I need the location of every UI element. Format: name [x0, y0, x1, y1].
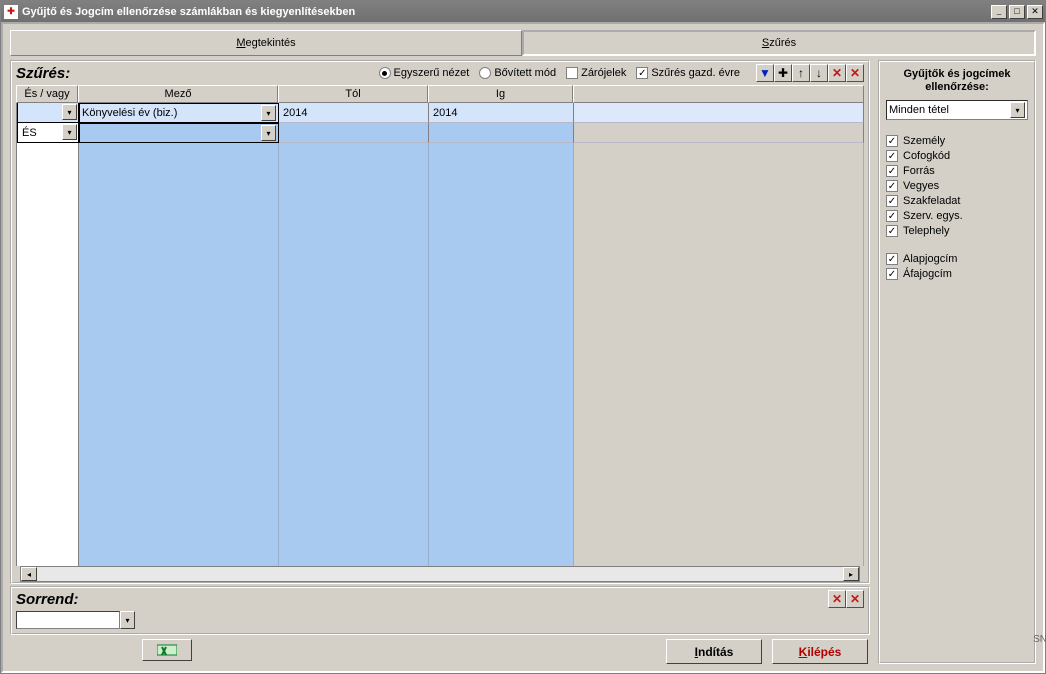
chevron-down-icon[interactable]: ▾	[261, 105, 276, 121]
check-szakfeladat[interactable]: Szakfeladat	[886, 195, 1028, 207]
minimize-button[interactable]: _	[991, 5, 1007, 19]
check-szemely[interactable]: Személy	[886, 135, 1028, 147]
check-filter-year[interactable]: Szűrés gazd. évre	[636, 67, 740, 79]
col-header-to[interactable]: Ig	[428, 85, 573, 103]
order-delete-button[interactable]: ✕	[828, 590, 846, 608]
checkbox-icon	[636, 67, 648, 79]
check-group-b: Alapjogcím Áfajogcím	[886, 250, 1028, 283]
check-panel-title: Gyűjtők és jogcímek ellenőrzése:	[886, 68, 1028, 94]
checkbox-icon	[886, 135, 898, 147]
start-button[interactable]: Indítás	[666, 639, 762, 664]
cell-from[interactable]	[279, 123, 429, 143]
tab-bar: Megtekintés Szűrés	[10, 30, 1036, 56]
grid-row[interactable]: ÉS ▾ ▾	[17, 123, 864, 143]
cell-rest	[574, 123, 864, 143]
toolbar-delete-button[interactable]: ✕	[828, 64, 846, 82]
cell-field[interactable]: ▾	[79, 123, 279, 143]
horizontal-scrollbar[interactable]: ◂ ▸	[20, 566, 860, 582]
col-header-andor[interactable]: És / vagy	[16, 85, 78, 103]
maximize-button[interactable]: □	[1009, 5, 1025, 19]
toolbar-add-button[interactable]: ✚	[774, 64, 792, 82]
check-parentheses[interactable]: Zárójelek	[566, 67, 626, 79]
chevron-down-icon[interactable]: ▾	[62, 104, 77, 120]
client-area: Megtekintés Szűrés Szűrés: Egyszerű néze…	[1, 22, 1045, 673]
order-delete-all-button[interactable]: ✕	[846, 590, 864, 608]
filter-title: Szűrés:	[16, 65, 70, 82]
checkbox-icon	[886, 253, 898, 265]
toolbar-move-up-button[interactable]: ↑	[792, 64, 810, 82]
order-title: Sorrend:	[16, 591, 822, 608]
checkbox-icon	[886, 165, 898, 177]
check-alapjogcim[interactable]: Alapjogcím	[886, 253, 1028, 265]
check-szerv-egys[interactable]: Szerv. egys.	[886, 210, 1028, 222]
filter-toolbar: ▼ ✚ ↑ ↓ ✕ ✕	[756, 64, 864, 82]
check-forras[interactable]: Forrás	[886, 165, 1028, 177]
col-header-from[interactable]: Tól	[278, 85, 428, 103]
check-vegyes[interactable]: Vegyes	[886, 180, 1028, 192]
exit-button[interactable]: Kilépés	[772, 639, 868, 664]
checkbox-icon	[886, 195, 898, 207]
order-input[interactable]	[16, 611, 120, 629]
radio-icon	[379, 67, 391, 79]
app-window: ✚ Gyűjtő és Jogcím ellenőrzése számlákba…	[0, 0, 1046, 674]
filter-panel: Szűrés: Egyszerű nézet Bővített mód Záró…	[10, 60, 870, 584]
toolbar-move-down-button[interactable]: ↓	[810, 64, 828, 82]
cell-from[interactable]: 2014	[279, 103, 429, 123]
check-group-a: Személy Cofogkód Forrás Vegyes Szakfelad…	[886, 132, 1028, 240]
cell-to[interactable]: 2014	[429, 103, 574, 123]
checkbox-icon	[886, 210, 898, 222]
filter-grid: És / vagy Mező Tól Ig ▾	[16, 85, 864, 582]
chevron-down-icon[interactable]: ▾	[120, 611, 135, 629]
cell-to[interactable]	[429, 123, 574, 143]
chevron-down-icon[interactable]: ▾	[261, 125, 276, 141]
radio-simple-view[interactable]: Egyszerű nézet	[379, 67, 470, 79]
checkbox-icon	[566, 67, 578, 79]
radio-icon	[479, 67, 491, 79]
check-panel: Gyűjtők és jogcímek ellenőrzése: Minden …	[878, 60, 1036, 664]
app-icon: ✚	[4, 5, 18, 19]
col-header-field[interactable]: Mező	[78, 85, 278, 103]
check-telephely[interactable]: Telephely	[886, 225, 1028, 237]
checkbox-icon	[886, 225, 898, 237]
cell-andor[interactable]: ÉS ▾	[17, 123, 79, 143]
cell-rest	[574, 103, 864, 123]
excel-icon	[157, 643, 177, 657]
radio-advanced-mode[interactable]: Bővített mód	[479, 67, 556, 79]
cell-andor[interactable]: ▾	[17, 103, 79, 123]
corner-label: SN	[1033, 634, 1046, 645]
checkbox-icon	[886, 150, 898, 162]
order-panel: Sorrend: ✕ ✕ ▾	[10, 586, 870, 635]
close-button[interactable]: ✕	[1027, 5, 1043, 19]
cell-field[interactable]: Könyvelési év (biz.) ▾	[79, 103, 279, 123]
grid-row[interactable]: ▾ Könyvelési év (biz.) ▾ 2014 2014	[17, 103, 864, 123]
excel-export-button[interactable]	[142, 639, 192, 661]
check-cofogkod[interactable]: Cofogkód	[886, 150, 1028, 162]
scroll-right-icon[interactable]: ▸	[843, 567, 859, 581]
chevron-down-icon[interactable]: ▾	[62, 124, 77, 140]
check-afajogcim[interactable]: Áfajogcím	[886, 268, 1028, 280]
items-select[interactable]: Minden tétel ▾	[886, 100, 1028, 120]
toolbar-delete-all-button[interactable]: ✕	[846, 64, 864, 82]
titlebar: ✚ Gyűjtő és Jogcím ellenőrzése számlákba…	[1, 1, 1045, 22]
tab-view[interactable]: Megtekintés	[10, 30, 522, 56]
tab-filter[interactable]: Szűrés	[522, 30, 1036, 56]
window-title: Gyűjtő és Jogcím ellenőrzése számlákban …	[22, 6, 355, 18]
checkbox-icon	[886, 180, 898, 192]
toolbar-dropdown-icon[interactable]: ▼	[756, 64, 774, 82]
checkbox-icon	[886, 268, 898, 280]
col-header-rest	[573, 85, 864, 103]
scroll-left-icon[interactable]: ◂	[21, 567, 37, 581]
chevron-down-icon[interactable]: ▾	[1010, 102, 1025, 118]
